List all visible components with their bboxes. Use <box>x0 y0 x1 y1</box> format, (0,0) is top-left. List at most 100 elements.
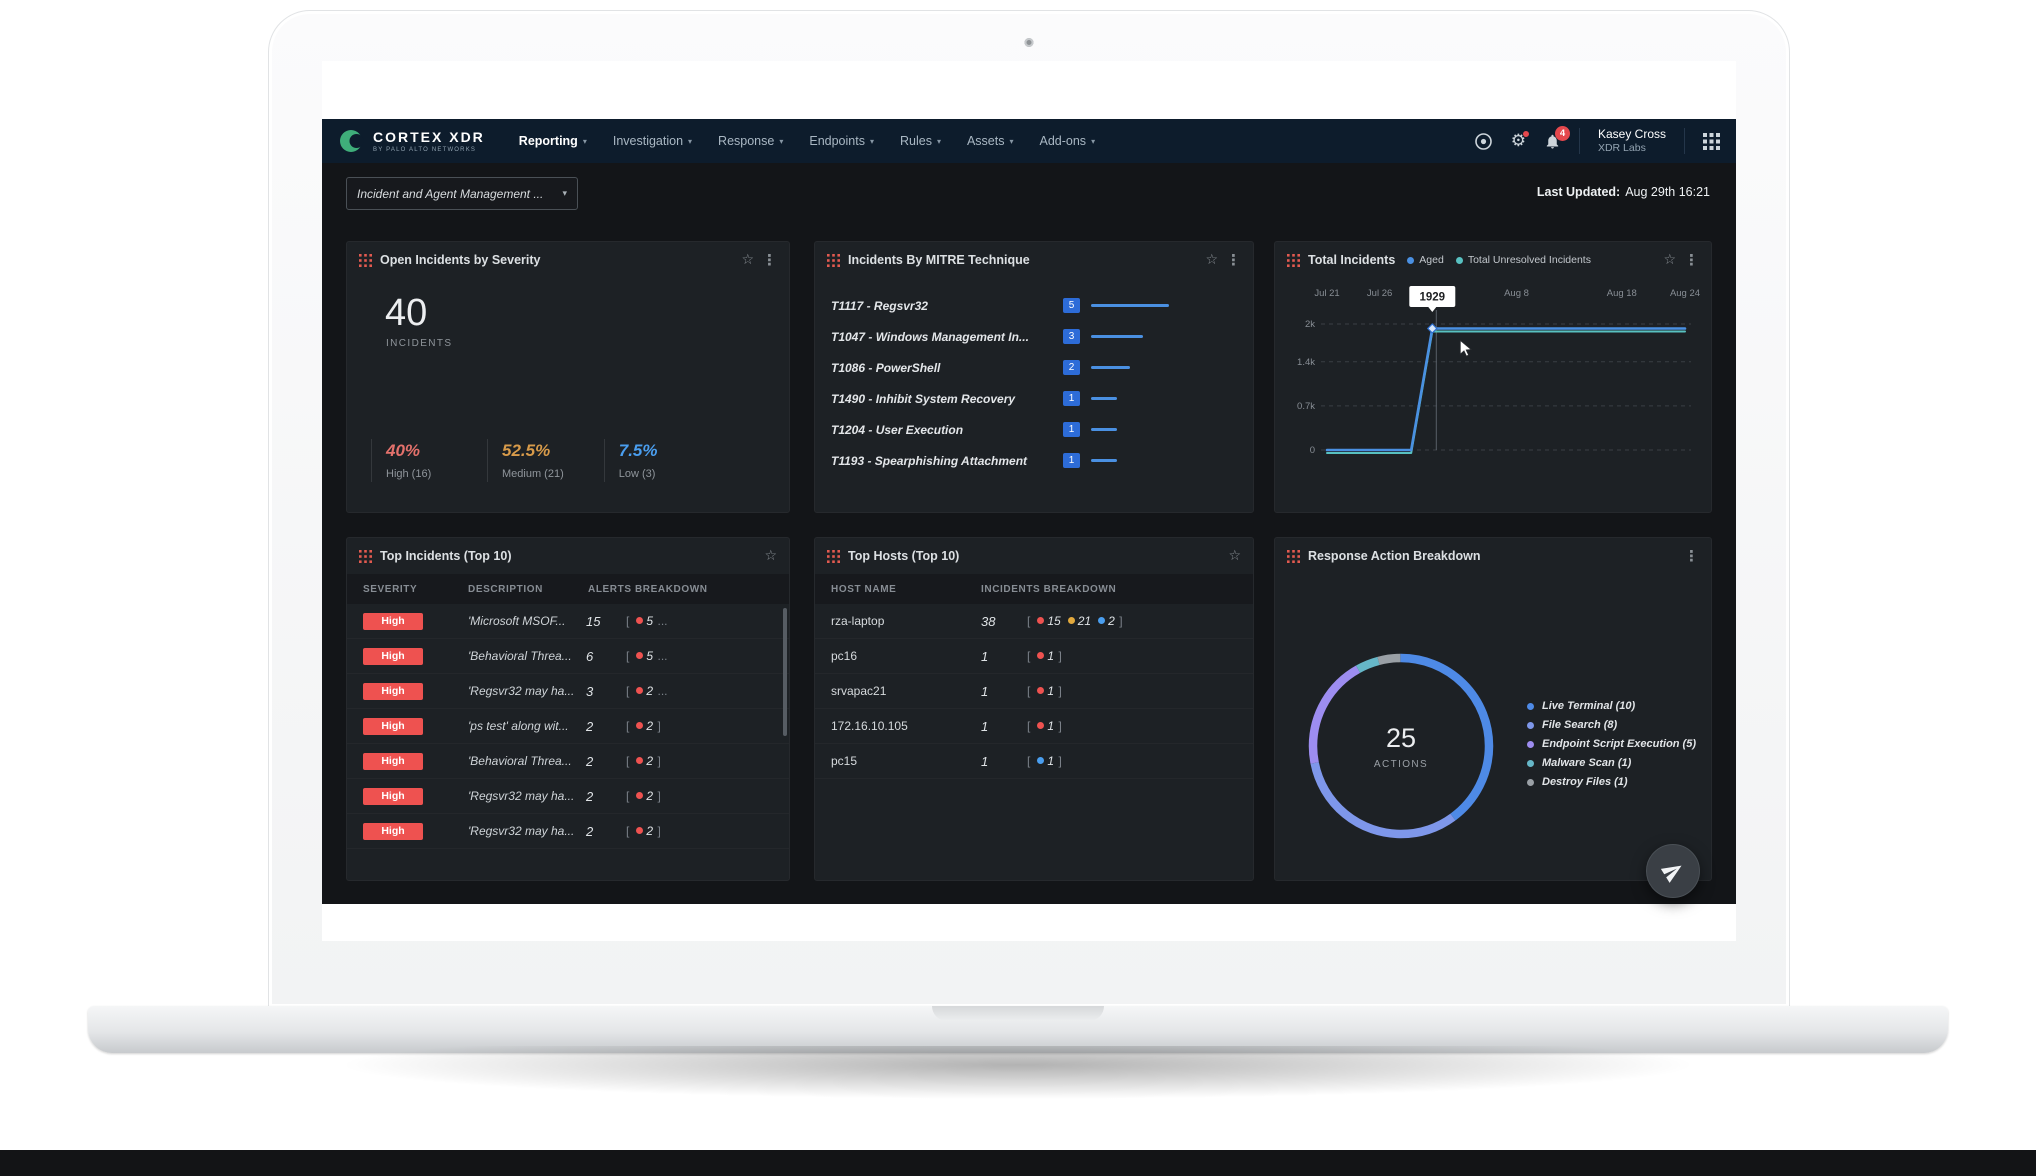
copilot-icon[interactable] <box>1474 132 1493 151</box>
column-severity[interactable]: SEVERITY <box>363 584 468 595</box>
legend-label: Aged <box>1419 254 1444 266</box>
host-row[interactable]: pc151[1 ] <box>815 744 1253 779</box>
incident-description: 'Behavioral Threa... <box>468 649 586 663</box>
technique-bar <box>1091 397 1117 400</box>
host-name: 172.16.10.105 <box>831 719 981 733</box>
column-incidents-breakdown[interactable]: INCIDENTS BREAKDOWN <box>981 584 1237 595</box>
nav-item-reporting[interactable]: Reporting▾ <box>519 134 587 148</box>
breakdown-dot <box>1068 617 1075 624</box>
technique-bar <box>1091 428 1117 431</box>
laptop-notch <box>932 1006 1104 1021</box>
column-description[interactable]: DESCRIPTION <box>468 584 588 595</box>
star-icon[interactable]: ☆ <box>1228 548 1241 564</box>
nav-divider <box>1684 128 1685 154</box>
breakdown-open-bracket: [ <box>1027 719 1030 733</box>
star-icon[interactable]: ☆ <box>764 548 777 564</box>
breakdown-close-bracket: ] <box>657 789 660 803</box>
svg-text:Aug 8: Aug 8 <box>1504 288 1529 299</box>
settings-gear-icon[interactable]: ⚙ <box>1511 133 1526 150</box>
technique-row-t1047[interactable]: T1047 - Windows Management In...3 <box>831 321 1237 352</box>
severity-stats: 40%High (16)52.5%Medium (21)7.5%Low (3) <box>371 439 720 482</box>
user-menu[interactable]: Kasey Cross XDR Labs <box>1598 127 1666 155</box>
svg-text:1.4k: 1.4k <box>1297 357 1315 368</box>
chevron-down-icon: ▾ <box>1009 137 1013 146</box>
severity-stat-low-3: 7.5%Low (3) <box>604 439 680 482</box>
mitre-list: T1117 - Regsvr325T1047 - Windows Managem… <box>815 278 1253 476</box>
technique-row-t1193[interactable]: T1193 - Spearphishing Attachment1 <box>831 445 1237 476</box>
quick-launch-button[interactable] <box>1646 844 1700 898</box>
legend-dot <box>1456 257 1463 264</box>
column-host-name[interactable]: HOST NAME <box>831 584 981 595</box>
technique-row-t1204[interactable]: T1204 - User Execution1 <box>831 414 1237 445</box>
nav-item-investigation[interactable]: Investigation▾ <box>613 134 692 148</box>
star-icon[interactable]: ☆ <box>1663 252 1676 268</box>
legend-item-live-terminal-10[interactable]: Live Terminal (10) <box>1527 700 1696 712</box>
panel-title: Response Action Breakdown <box>1308 549 1481 563</box>
paper-plane-icon <box>1658 856 1688 886</box>
nav-item-label: Endpoints <box>809 134 865 148</box>
breakdown-dot <box>636 757 643 764</box>
alerts-breakdown: [2 ] <box>626 822 773 840</box>
top-incidents-table-header: SEVERITYDESCRIPTIONALERTS BREAKDOWN <box>347 574 789 604</box>
svg-text:Aug 24: Aug 24 <box>1670 288 1700 299</box>
last-updated-label: Last Updated: <box>1537 185 1620 199</box>
panel-title: Total Incidents <box>1308 253 1395 267</box>
nav-item-assets[interactable]: Assets▾ <box>967 134 1014 148</box>
breakdown-open-bracket: [ <box>1027 614 1030 628</box>
apps-grid-icon[interactable] <box>1703 133 1720 150</box>
technique-label: T1086 - PowerShell <box>831 361 1063 375</box>
page-top-whitespace <box>322 61 1736 119</box>
trend-legend: Aged Total Unresolved Incidents <box>1407 254 1591 266</box>
incident-row[interactable]: High'Behavioral Threa...6[5 ... <box>347 639 789 674</box>
technique-label: T1490 - Inhibit System Recovery <box>831 392 1063 406</box>
nav-item-label: Reporting <box>519 134 578 148</box>
incident-description: 'Behavioral Threa... <box>468 754 586 768</box>
incident-row[interactable]: High'Microsoft MSOF...15[5 ... <box>347 604 789 639</box>
nav-item-endpoints[interactable]: Endpoints▾ <box>809 134 874 148</box>
legend-item-malware-scan-1[interactable]: Malware Scan (1) <box>1527 757 1696 769</box>
svg-text:1929: 1929 <box>1419 292 1445 304</box>
technique-row-t1086[interactable]: T1086 - PowerShell2 <box>831 352 1237 383</box>
host-row[interactable]: 172.16.10.1051[1 ] <box>815 709 1253 744</box>
breakdown-close-bracket: ] <box>1058 719 1061 733</box>
svg-text:0: 0 <box>1310 445 1315 456</box>
star-icon[interactable]: ☆ <box>1205 252 1218 268</box>
stat-percent: 52.5% <box>502 441 564 461</box>
nav-item-response[interactable]: Response▾ <box>718 134 783 148</box>
breakdown-dot <box>1037 722 1044 729</box>
kebab-menu-icon[interactable]: ⋮ <box>1684 547 1699 565</box>
legend-label: Total Unresolved Incidents <box>1468 254 1591 266</box>
dashboard-select[interactable]: Incident and Agent Management ... ▾ <box>346 177 578 210</box>
notifications-bell-icon[interactable]: 4 <box>1544 133 1561 150</box>
legend-item-destroy-files-1[interactable]: Destroy Files (1) <box>1527 776 1696 788</box>
nav-item-rules[interactable]: Rules▾ <box>900 134 941 148</box>
incident-row[interactable]: High'Regsvr32 may ha...3[2 ... <box>347 674 789 709</box>
legend-dot <box>1527 703 1534 710</box>
column-alerts-breakdown[interactable]: ALERTS BREAKDOWN <box>588 584 773 595</box>
legend-item-aged[interactable]: Aged <box>1407 254 1444 266</box>
scrollbar-thumb[interactable] <box>783 608 787 736</box>
incident-row[interactable]: High'Regsvr32 may ha...2[2 ] <box>347 814 789 849</box>
actions-total: 25 <box>1386 723 1416 754</box>
host-row[interactable]: srvapac211[1 ] <box>815 674 1253 709</box>
legend-item-file-search-8[interactable]: File Search (8) <box>1527 719 1696 731</box>
technique-row-t1117[interactable]: T1117 - Regsvr325 <box>831 290 1237 321</box>
host-row[interactable]: pc161[1 ] <box>815 639 1253 674</box>
nav-item-add-ons[interactable]: Add-ons▾ <box>1040 134 1096 148</box>
kebab-menu-icon[interactable]: ⋮ <box>1226 251 1241 269</box>
technique-bar <box>1091 304 1169 307</box>
brand-subtitle: BY PALO ALTO NETWORKS <box>373 147 485 153</box>
brand[interactable]: CORTEX XDR BY PALO ALTO NETWORKS <box>338 128 485 154</box>
legend-item-total-unresolved-incidents[interactable]: Total Unresolved Incidents <box>1456 254 1591 266</box>
legend-item-endpoint-script-execution-5[interactable]: Endpoint Script Execution (5) <box>1527 738 1696 750</box>
technique-row-t1490[interactable]: T1490 - Inhibit System Recovery1 <box>831 383 1237 414</box>
breakdown-open-bracket: [ <box>626 789 629 803</box>
host-row[interactable]: rza-laptop38[15212 ] <box>815 604 1253 639</box>
incident-row[interactable]: High'Regsvr32 may ha...2[2 ] <box>347 779 789 814</box>
incident-row[interactable]: High'ps test' along wit...2[2 ] <box>347 709 789 744</box>
breakdown-close-bracket: ] <box>1058 649 1061 663</box>
kebab-menu-icon[interactable]: ⋮ <box>762 251 777 269</box>
kebab-menu-icon[interactable]: ⋮ <box>1684 251 1699 269</box>
star-icon[interactable]: ☆ <box>741 252 754 268</box>
incident-row[interactable]: High'Behavioral Threa...2[2 ] <box>347 744 789 779</box>
